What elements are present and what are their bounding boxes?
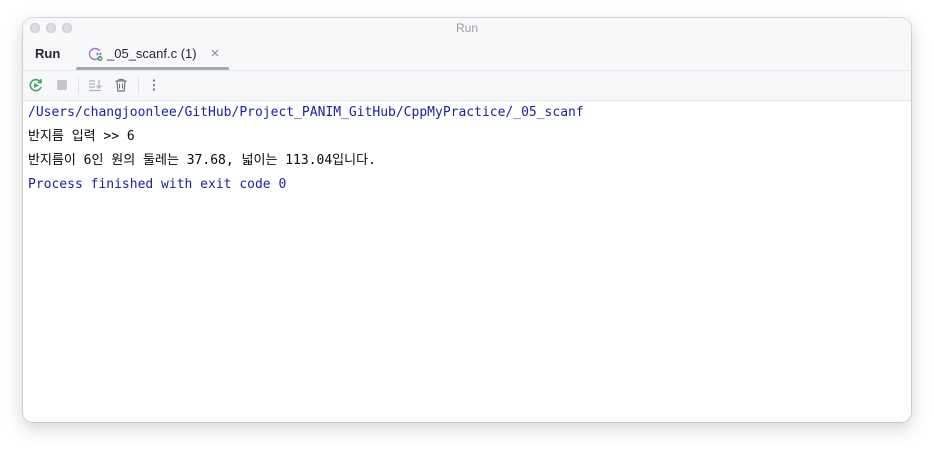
console-line-exit-status: Process finished with exit code 0 [28, 177, 287, 192]
tab-run-config[interactable]: _05_scanf.c (1) [76, 38, 229, 70]
close-icon[interactable] [209, 47, 221, 59]
console-line-command-path: /Users/changjoonlee/GitHub/Project_PANIM… [28, 105, 584, 120]
more-vertical-icon[interactable] [146, 77, 162, 93]
console-output[interactable]: /Users/changjoonlee/GitHub/Project_PANIM… [23, 101, 911, 422]
window-title: Run [455, 21, 478, 35]
console-line-output: 반지름 입력 >> 6 [28, 129, 135, 144]
run-toolbar [23, 71, 911, 101]
run-window: Run Run _05_scanf.c (1) /Users/changjoon… [23, 18, 911, 422]
trash-icon[interactable] [113, 77, 129, 93]
tab-label: _05_scanf.c (1) [107, 46, 197, 61]
stop-icon[interactable] [54, 77, 70, 93]
tab-selected-indicator [76, 67, 229, 70]
scroll-to-end-icon[interactable] [87, 77, 103, 93]
tool-window-title: Run [35, 46, 61, 61]
toolbar-separator [138, 77, 139, 94]
rerun-icon[interactable] [28, 77, 44, 93]
c-file-icon [88, 47, 103, 62]
tool-window-header: Run _05_scanf.c (1) [23, 38, 911, 71]
console-line-output: 반지름이 6인 원의 둘레는 37.68, 넓이는 113.04입니다. [28, 153, 376, 168]
toolbar-separator [78, 77, 79, 94]
title-bar: Run [23, 18, 911, 38]
